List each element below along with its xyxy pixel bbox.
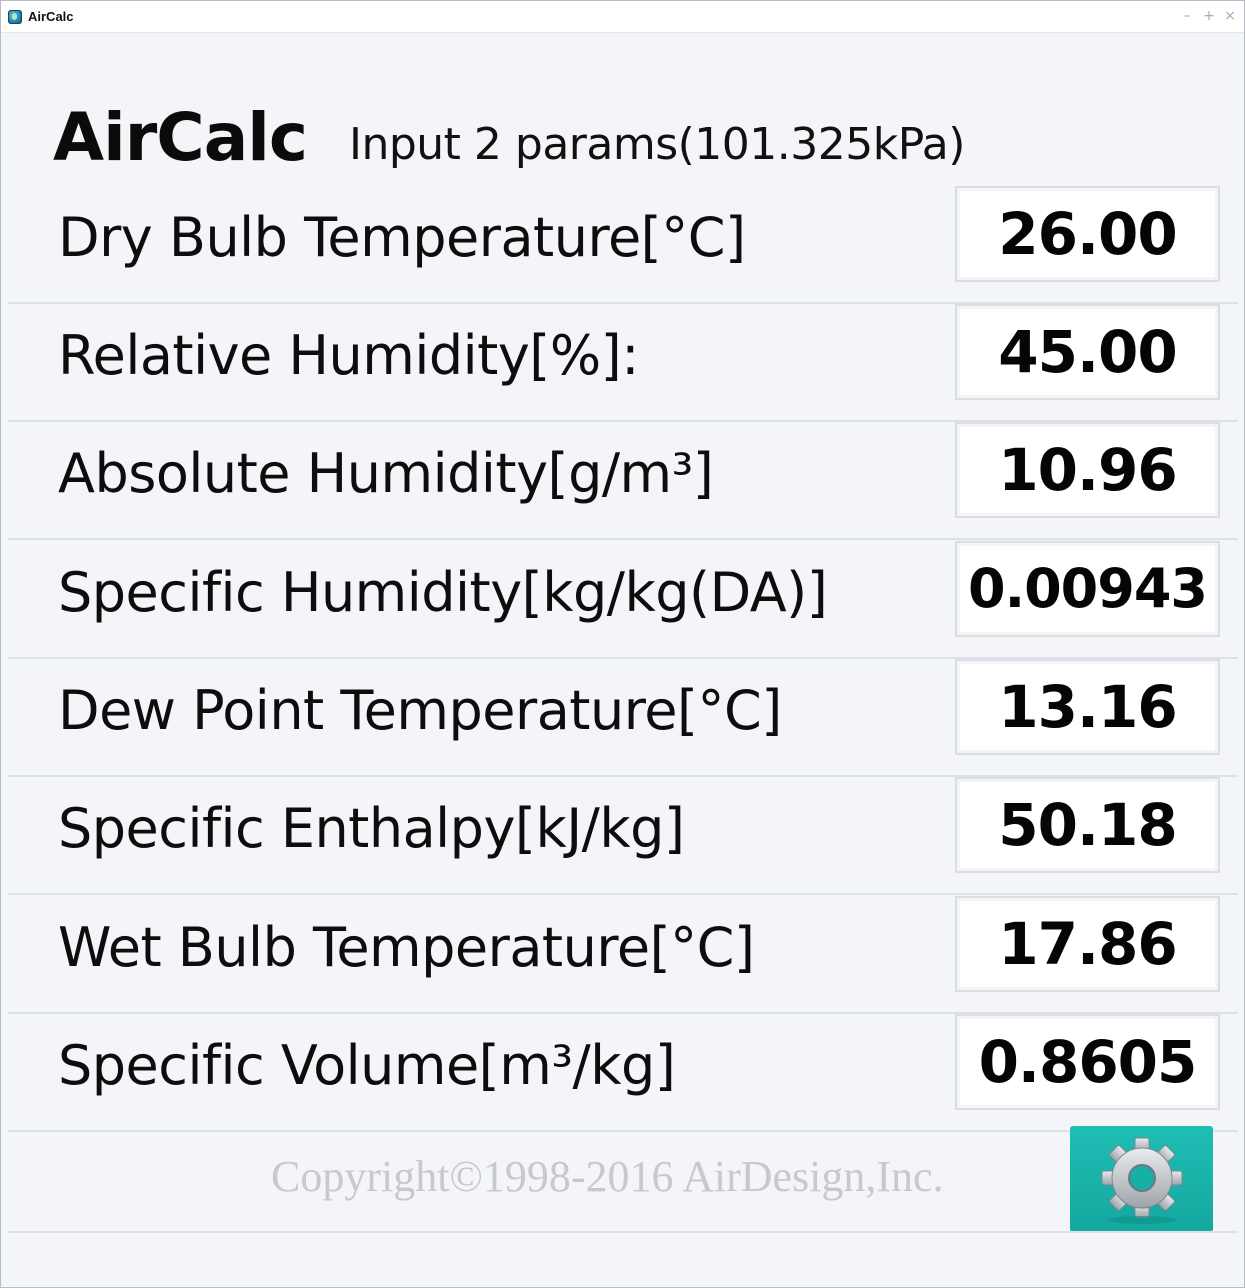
dry-bulb-label: Dry Bulb Temperature[°C] xyxy=(58,206,746,269)
dry-bulb-input[interactable]: 26.00 xyxy=(955,186,1220,282)
specific-enthalpy-input[interactable]: 50.18 xyxy=(955,777,1220,873)
row-divider xyxy=(8,1130,1238,1132)
dew-point-input[interactable]: 13.16 xyxy=(955,659,1220,755)
absolute-humidity-label: Absolute Humidity[g/m³] xyxy=(58,442,714,505)
gear-icon xyxy=(1101,1137,1183,1224)
row-dew-point: Dew Point Temperature[°C] 13.16 xyxy=(8,659,1238,777)
app-globe-icon xyxy=(8,10,22,24)
row-relative-humidity: Relative Humidity[%]: 45.00 xyxy=(8,304,1238,422)
app-title: AirCalc xyxy=(53,99,308,176)
footer-divider xyxy=(8,1231,1238,1233)
input-instructions: Input 2 params(101.325kPa) xyxy=(349,119,965,170)
title-bar[interactable]: AirCalc – + × xyxy=(1,1,1244,33)
absolute-humidity-input[interactable]: 10.96 xyxy=(955,422,1220,518)
minimize-button[interactable]: – xyxy=(1177,6,1197,26)
specific-volume-label: Specific Volume[m³/kg] xyxy=(58,1034,676,1097)
row-divider xyxy=(8,893,1238,895)
row-absolute-humidity: Absolute Humidity[g/m³] 10.96 xyxy=(8,422,1238,540)
row-wet-bulb: Wet Bulb Temperature[°C] 17.86 xyxy=(8,896,1238,1014)
dew-point-label: Dew Point Temperature[°C] xyxy=(58,679,782,742)
row-specific-volume: Specific Volume[m³/kg] 0.8605 xyxy=(8,1014,1238,1132)
row-dry-bulb: Dry Bulb Temperature[°C] 26.00 xyxy=(8,186,1238,304)
close-button[interactable]: × xyxy=(1220,6,1240,26)
wet-bulb-input[interactable]: 17.86 xyxy=(955,896,1220,992)
wet-bulb-label: Wet Bulb Temperature[°C] xyxy=(58,916,755,979)
relative-humidity-input[interactable]: 45.00 xyxy=(955,304,1220,400)
specific-humidity-input[interactable]: 0.00943 xyxy=(955,541,1220,637)
relative-humidity-label: Relative Humidity[%]: xyxy=(58,324,639,387)
specific-volume-input[interactable]: 0.8605 xyxy=(955,1014,1220,1110)
settings-button[interactable] xyxy=(1070,1126,1213,1232)
row-divider xyxy=(8,538,1238,540)
maximize-button[interactable]: + xyxy=(1199,6,1219,26)
row-specific-humidity: Specific Humidity[kg/kg(DA)] 0.00943 xyxy=(8,541,1238,659)
specific-humidity-label: Specific Humidity[kg/kg(DA)] xyxy=(58,561,828,624)
app-window: AirCalc – + × AirCalc Input 2 params(101… xyxy=(0,0,1245,1288)
specific-enthalpy-label: Specific Enthalpy[kJ/kg] xyxy=(58,797,685,860)
copyright-text: Copyright©1998-2016 AirDesign,Inc. xyxy=(271,1152,944,1201)
row-specific-enthalpy: Specific Enthalpy[kJ/kg] 50.18 xyxy=(8,777,1238,895)
window-title: AirCalc xyxy=(28,9,74,24)
